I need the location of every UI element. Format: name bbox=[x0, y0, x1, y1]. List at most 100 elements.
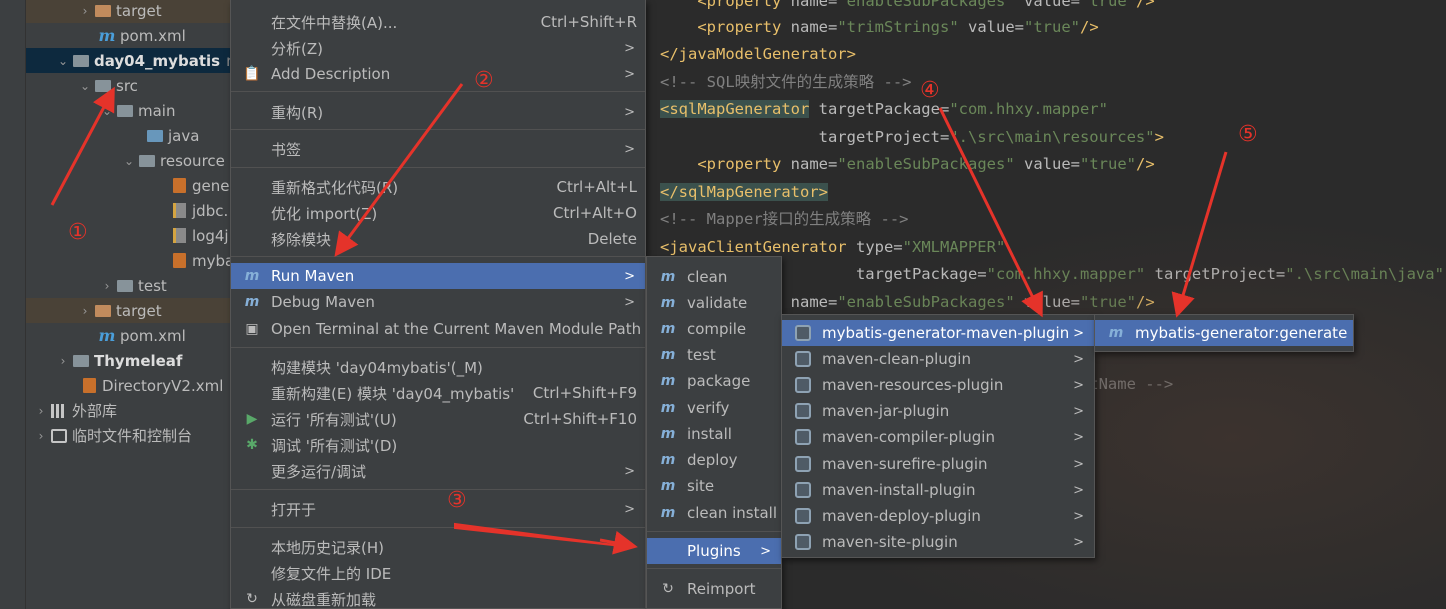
maven-goal-clean-install[interactable]: m clean install bbox=[647, 500, 781, 526]
chevron-down-icon[interactable]: ⌄ bbox=[56, 54, 70, 68]
tree-item-thymeleaf[interactable]: › Thymeleaf bbox=[26, 348, 240, 373]
chevron-right-icon: > bbox=[624, 40, 635, 56]
plugin-goals-submenu[interactable]: m mybatis-generator:generate bbox=[1094, 314, 1354, 352]
chevron-right-icon[interactable]: › bbox=[100, 279, 114, 293]
chevron-right-icon: > bbox=[624, 463, 635, 479]
folder-icon bbox=[116, 103, 134, 119]
plugin-maven-deploy[interactable]: maven-deploy-plugin > bbox=[782, 503, 1094, 529]
menu-separator bbox=[231, 129, 645, 130]
chevron-right-icon: > bbox=[1073, 429, 1084, 445]
maven-goal-clean[interactable]: m clean bbox=[647, 264, 781, 290]
chevron-down-icon[interactable]: ⌄ bbox=[78, 79, 92, 93]
menu-item-bookmarks[interactable]: 书签 > bbox=[231, 136, 645, 162]
plugins-submenu[interactable]: mybatis-generator-maven-plugin > maven-c… bbox=[781, 314, 1095, 558]
menu-item-optimize-imports[interactable]: 优化 import(Z) Ctrl+Alt+O bbox=[231, 200, 645, 226]
resources-folder-icon bbox=[138, 153, 156, 169]
xml-file-icon bbox=[80, 378, 98, 394]
tree-item-pom[interactable]: m pom.xml bbox=[26, 323, 240, 348]
plugin-icon bbox=[794, 376, 812, 394]
terminal-icon: ▣ bbox=[245, 321, 259, 337]
code-line: </javaModelGenerator> bbox=[660, 45, 856, 63]
menu-item-run-all-tests[interactable]: ▶ 运行 '所有测试'(U) Ctrl+Shift+F10 bbox=[231, 406, 645, 432]
maven-goal-icon: m bbox=[660, 452, 676, 468]
tree-item-src[interactable]: ⌄ src bbox=[26, 73, 240, 98]
plugin-maven-surefire[interactable]: maven-surefire-plugin > bbox=[782, 451, 1094, 477]
tree-item-pom[interactable]: m pom.xml bbox=[26, 23, 240, 48]
menu-item-replace-in-files[interactable]: 在文件中替换(A)... Ctrl+Shift+R bbox=[231, 9, 645, 35]
plugin-maven-resources[interactable]: maven-resources-plugin > bbox=[782, 372, 1094, 398]
tree-item-directoryv2[interactable]: DirectoryV2.xml bbox=[26, 373, 240, 398]
menu-item-open-terminal[interactable]: ▣ Open Terminal at the Current Maven Mod… bbox=[231, 316, 645, 342]
tree-item-scratches[interactable]: › 临时文件和控制台 bbox=[26, 423, 240, 448]
chevron-right-icon[interactable]: › bbox=[34, 429, 48, 443]
code-line: <sqlMapGenerator targetPackage="com.hhxy… bbox=[660, 100, 1108, 118]
debug-bug-icon: ✱ bbox=[246, 437, 258, 453]
menu-item-refactor[interactable]: 重构(R) > bbox=[231, 99, 645, 125]
chevron-right-icon: > bbox=[1073, 351, 1084, 367]
project-context-menu[interactable]: 在文件中替换(A)... Ctrl+Shift+R 分析(Z) > 📋 Add … bbox=[230, 0, 646, 609]
tree-item-generator-xml[interactable]: gene bbox=[26, 173, 240, 198]
tree-item-mybatis-config[interactable]: myba bbox=[26, 248, 240, 273]
run-maven-submenu[interactable]: m clean m validate m compile m test m pa… bbox=[646, 256, 782, 609]
menu-separator bbox=[647, 531, 781, 532]
maven-goal-test[interactable]: m test bbox=[647, 342, 781, 368]
chevron-right-icon[interactable]: › bbox=[56, 354, 70, 368]
maven-goal-package[interactable]: m package bbox=[647, 368, 781, 394]
plugin-maven-install[interactable]: maven-install-plugin > bbox=[782, 477, 1094, 503]
menu-item-local-history[interactable]: 本地历史记录(H) > bbox=[231, 534, 645, 560]
maven-goal-verify[interactable]: m verify bbox=[647, 395, 781, 421]
maven-goal-compile[interactable]: m compile bbox=[647, 316, 781, 342]
plugin-icon bbox=[794, 324, 812, 342]
menu-item-repair-ide[interactable]: 修复文件上的 IDE bbox=[231, 560, 645, 586]
plugin-maven-site[interactable]: maven-site-plugin > bbox=[782, 529, 1094, 555]
menu-item-debug-all-tests[interactable]: ✱ 调试 '所有测试'(D) bbox=[231, 432, 645, 458]
menu-item-plugins[interactable]: Plugins > bbox=[647, 538, 781, 564]
tree-item-module[interactable]: ⌄ day04_mybatis r bbox=[26, 48, 240, 73]
menu-item-more-run-debug[interactable]: 更多运行/调试 > bbox=[231, 458, 645, 484]
tree-item-main[interactable]: ⌄ main bbox=[26, 98, 240, 123]
tree-item-target[interactable]: › target bbox=[26, 298, 240, 323]
plugin-maven-clean[interactable]: maven-clean-plugin > bbox=[782, 346, 1094, 372]
menu-item-add-description[interactable]: 📋 Add Description > bbox=[231, 61, 645, 87]
tool-window-stripe[interactable] bbox=[0, 0, 26, 609]
chevron-right-icon: > bbox=[1073, 482, 1084, 498]
plugin-maven-compiler[interactable]: maven-compiler-plugin > bbox=[782, 424, 1094, 450]
chevron-down-icon[interactable]: ⌄ bbox=[100, 104, 114, 118]
maven-goal-site[interactable]: m site bbox=[647, 473, 781, 499]
tree-item-external-libraries[interactable]: › 外部库 bbox=[26, 398, 240, 423]
plugin-icon bbox=[794, 402, 812, 420]
maven-run-icon: m bbox=[244, 268, 260, 284]
chevron-right-icon[interactable]: › bbox=[78, 304, 92, 318]
chevron-down-icon[interactable]: ⌄ bbox=[122, 154, 136, 168]
menu-item-run-maven[interactable]: m Run Maven > bbox=[231, 263, 645, 289]
tree-item-log4j[interactable]: log4j bbox=[26, 223, 240, 248]
tree-item-test[interactable]: › test bbox=[26, 273, 240, 298]
maven-goal-install[interactable]: m install bbox=[647, 421, 781, 447]
menu-item-reimport[interactable]: ↻ Reimport bbox=[647, 576, 781, 602]
menu-item-open-in[interactable]: 打开于 > bbox=[231, 496, 645, 522]
chevron-right-icon[interactable]: › bbox=[78, 4, 92, 18]
maven-goal-validate[interactable]: m validate bbox=[647, 290, 781, 316]
menu-item-debug-maven[interactable]: m Debug Maven > bbox=[231, 289, 645, 315]
code-line: <!-- SQL映射文件的生成策略 --> bbox=[660, 73, 912, 91]
menu-item-reload-from-disk[interactable]: ↻ 从磁盘重新加载 bbox=[231, 586, 645, 609]
menu-separator bbox=[231, 91, 645, 92]
plugin-maven-jar[interactable]: maven-jar-plugin > bbox=[782, 398, 1094, 424]
menu-item-build-module[interactable]: 构建模块 'day04mybatis'(_M) bbox=[231, 354, 645, 380]
tree-item-jdbc-properties[interactable]: jdbc. bbox=[26, 198, 240, 223]
menu-item-reformat-code[interactable]: 重新格式化代码(R) Ctrl+Alt+L bbox=[231, 174, 645, 200]
chevron-right-icon: > bbox=[1073, 534, 1084, 550]
chevron-right-icon[interactable]: › bbox=[34, 404, 48, 418]
tree-item-resources[interactable]: ⌄ resource bbox=[26, 148, 240, 173]
chevron-right-icon: > bbox=[1073, 377, 1084, 393]
plugin-mybatis-generator[interactable]: mybatis-generator-maven-plugin > bbox=[782, 320, 1094, 346]
chevron-right-icon: > bbox=[1073, 325, 1084, 341]
tree-item-java[interactable]: java bbox=[26, 123, 240, 148]
tree-item-target[interactable]: › target bbox=[26, 0, 240, 23]
menu-item-remove-module[interactable]: 移除模块 Delete bbox=[231, 226, 645, 252]
goal-mybatis-generator-generate[interactable]: m mybatis-generator:generate bbox=[1095, 320, 1353, 346]
project-tree[interactable]: › target m pom.xml ⌄ day04_mybatis r ⌄ s… bbox=[26, 0, 240, 609]
menu-item-rebuild-module[interactable]: 重新构建(E) 模块 'day04_mybatis' Ctrl+Shift+F9 bbox=[231, 380, 645, 406]
maven-goal-deploy[interactable]: m deploy bbox=[647, 447, 781, 473]
menu-item-analyze[interactable]: 分析(Z) > bbox=[231, 35, 645, 61]
